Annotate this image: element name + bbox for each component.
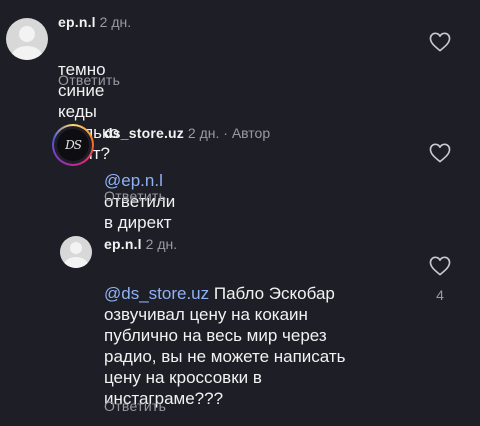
comment-meta: ds_store.uz 2 дн. · Автор	[104, 125, 270, 141]
store-logo: DS	[57, 129, 89, 161]
heart-icon[interactable]	[429, 143, 451, 163]
username[interactable]: ep.n.l	[104, 236, 142, 252]
mention-link[interactable]: @ds_store.uz	[104, 284, 209, 303]
like-count: 4	[436, 287, 444, 303]
comment-time: 2 дн.	[187, 125, 220, 141]
comment-text: @ds_store.uz Пабло Эскобар озвучивал цен…	[104, 262, 414, 409]
comment-time: 2 дн.	[145, 236, 178, 252]
reply-button[interactable]: Ответить	[58, 72, 120, 88]
username[interactable]: ep.n.l	[58, 14, 96, 30]
meta-separator: ·	[223, 125, 228, 141]
comments-screen: ep.n.l 2 дн. темно синие кеды сколько ст…	[0, 0, 480, 426]
comment-time: 2 дн.	[99, 14, 132, 30]
avatar[interactable]: DS	[52, 124, 94, 166]
author-badge: Автор	[231, 125, 271, 141]
username[interactable]: ds_store.uz	[104, 125, 184, 141]
avatar[interactable]	[60, 236, 92, 268]
comment-meta: ep.n.l 2 дн.	[104, 236, 177, 252]
reply-button[interactable]: Ответить	[104, 188, 166, 204]
heart-icon[interactable]	[429, 32, 451, 52]
heart-icon[interactable]	[429, 256, 451, 276]
reply-button[interactable]: Ответить	[104, 398, 166, 414]
avatar[interactable]	[6, 18, 48, 60]
comment-meta: ep.n.l 2 дн.	[58, 14, 131, 30]
